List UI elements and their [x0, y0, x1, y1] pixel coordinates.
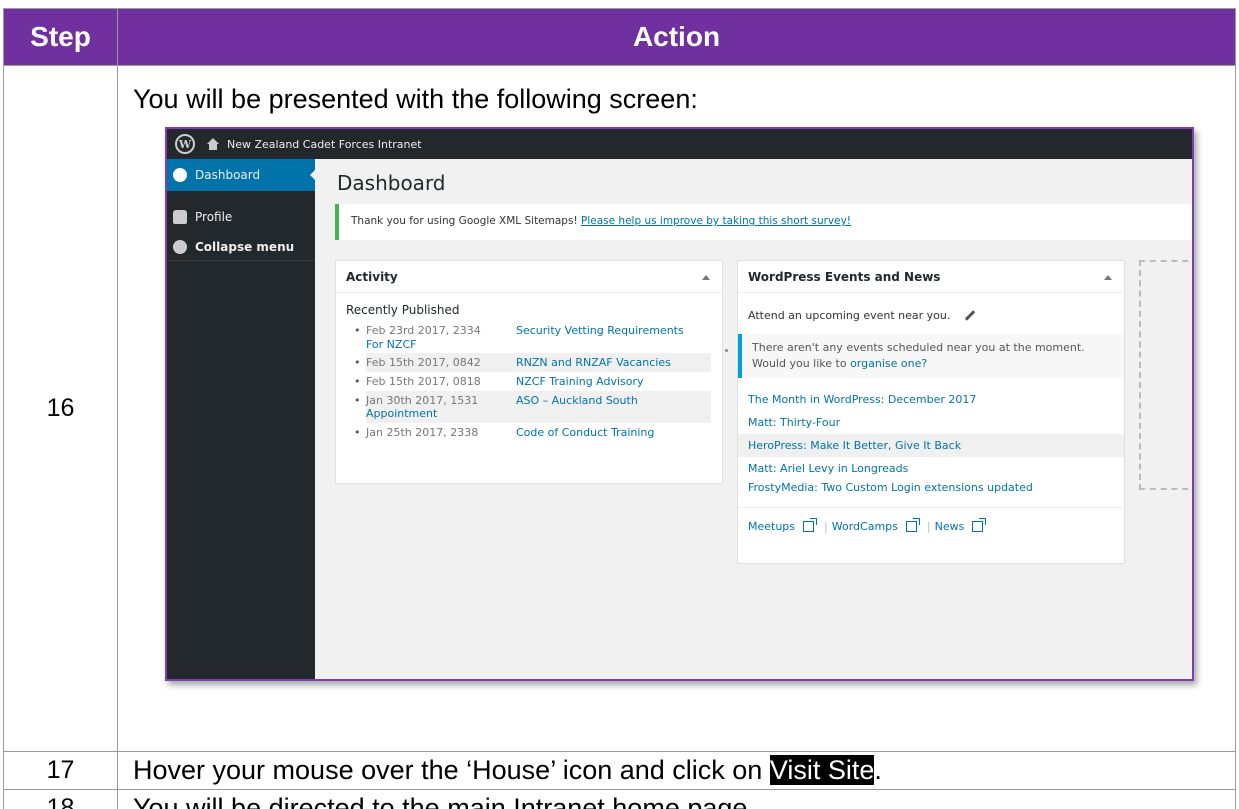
- wordpress-dashboard-screenshot: W New Zealand Cadet Forces Intranet Dash…: [165, 127, 1194, 681]
- visit-site-highlight: Visit Site: [769, 755, 875, 785]
- list-item: Feb 15th 2017, 0842 RNZN and RNZAF Vacan…: [354, 353, 711, 372]
- organise-link[interactable]: organise one?: [850, 357, 927, 370]
- news-footer-link[interactable]: News: [935, 520, 965, 533]
- news-link[interactable]: Matt: Thirty-Four: [738, 411, 1124, 434]
- list-item: Feb 15th 2017, 0818 NZCF Training Adviso…: [354, 372, 711, 391]
- collapse-icon: [173, 239, 187, 254]
- action-text: You will be directed to the main Intrane…: [117, 789, 1236, 809]
- site-name-link[interactable]: New Zealand Cadet Forces Intranet: [227, 138, 422, 151]
- attend-event-row: Attend an upcoming event near you.: [738, 293, 1124, 334]
- sidebar-item-label: Collapse menu: [195, 239, 295, 254]
- post-link[interactable]: Code of Conduct Training: [516, 426, 654, 439]
- table-row: 17 Hover your mouse over the ‘House’ ico…: [3, 751, 1236, 790]
- sitemaps-notice: Thank you for using Google XML Sitemaps!…: [335, 204, 1192, 240]
- dashboard-icon: [173, 168, 187, 182]
- external-link-icon: [972, 517, 987, 532]
- post-date: Jan 25th 2017, 2338: [366, 426, 479, 439]
- recently-published-heading: Recently Published: [346, 303, 460, 317]
- toggle-arrow-icon[interactable]: [1104, 275, 1112, 280]
- action-text: You will be presented with the following…: [133, 84, 698, 114]
- events-header[interactable]: WordPress Events and News: [738, 261, 1124, 293]
- page-title: Dashboard: [337, 171, 446, 195]
- action-text: Hover your mouse over the ‘House’ icon a…: [133, 755, 770, 785]
- external-link-icon: [905, 517, 920, 532]
- footer-separator: |: [824, 519, 828, 533]
- post-link-wrap[interactable]: Appointment: [366, 407, 711, 420]
- sidebar-item-dashboard[interactable]: Dashboard: [167, 159, 316, 191]
- news-link[interactable]: FrostyMedia: Two Custom Login extensions…: [738, 480, 1124, 499]
- notice-text: Thank you for using Google XML Sitemaps!: [351, 215, 581, 227]
- wordpress-icon[interactable]: W: [175, 134, 195, 154]
- news-list: The Month in WordPress: December 2017 Ma…: [738, 388, 1124, 499]
- news-link[interactable]: Matt: Ariel Levy in Longreads: [738, 457, 1124, 480]
- post-link[interactable]: RNZN and RNZAF Vacancies: [516, 356, 671, 369]
- events-footer: Meetups | WordCamps | News: [738, 506, 1124, 533]
- header-action: Action: [117, 8, 1236, 66]
- post-date: Feb 23rd 2017, 2334: [366, 324, 481, 337]
- post-date: Feb 15th 2017, 0818: [366, 375, 481, 388]
- sidebar-item-label: Profile: [195, 210, 233, 224]
- footer-separator: |: [926, 519, 931, 533]
- meetups-link[interactable]: Meetups: [748, 520, 795, 533]
- drag-dot: [725, 349, 728, 352]
- step-number: 16: [3, 65, 118, 752]
- dashboard-content: Dashboard Thank you for using Google XML…: [315, 159, 1192, 679]
- sidebar-item-label: Dashboard: [195, 168, 261, 182]
- activity-header[interactable]: Activity: [336, 261, 722, 293]
- survey-link[interactable]: Please help us improve by taking this sh…: [581, 215, 851, 227]
- activity-list: Feb 23rd 2017, 2334 Security Vetting Req…: [354, 321, 722, 442]
- person-icon: [173, 210, 187, 224]
- post-date: Jan 30th 2017, 1531: [366, 394, 479, 407]
- pencil-icon[interactable]: [965, 310, 976, 321]
- activity-widget: Activity Recently Published Feb 23rd 201…: [335, 260, 723, 484]
- empty-widget-dropzone: [1139, 260, 1192, 490]
- step-number: 17: [3, 751, 118, 790]
- action-text-end: .: [874, 755, 882, 785]
- post-link[interactable]: NZCF Training Advisory: [516, 375, 644, 388]
- widget-title: WordPress Events and News: [748, 269, 941, 284]
- sidebar-item-collapse[interactable]: Collapse menu: [167, 233, 315, 261]
- post-link[interactable]: Security Vetting Requirements: [516, 324, 684, 337]
- post-link[interactable]: ASO – Auckland South: [516, 394, 638, 407]
- wordcamps-link[interactable]: WordCamps: [832, 520, 898, 533]
- events-notice: There aren't any events scheduled near y…: [738, 334, 1124, 378]
- widget-title: Activity: [346, 269, 398, 284]
- step-number: 18: [3, 789, 118, 809]
- sidebar-item-profile[interactable]: Profile: [167, 201, 315, 233]
- news-link[interactable]: HeroPress: Make It Better, Give It Back: [738, 433, 1124, 457]
- action-cell: Hover your mouse over the ‘House’ icon a…: [117, 751, 1236, 790]
- news-link[interactable]: The Month in WordPress: December 2017: [738, 388, 1124, 411]
- toggle-arrow-icon[interactable]: [702, 275, 710, 280]
- list-item: Jan 30th 2017, 1531 ASO – Auckland South…: [354, 391, 711, 423]
- admin-bar: W New Zealand Cadet Forces Intranet: [167, 129, 1192, 159]
- admin-sidebar: Dashboard Profile Collapse menu: [167, 159, 316, 679]
- attend-text: Attend an upcoming event near you.: [748, 309, 951, 322]
- list-item: Feb 23rd 2017, 2334 Security Vetting Req…: [354, 321, 711, 340]
- post-date: Feb 15th 2017, 0842: [366, 356, 481, 369]
- house-icon[interactable]: [207, 138, 219, 150]
- list-item: Jan 25th 2017, 2338 Code of Conduct Trai…: [354, 423, 711, 442]
- table-row: 18 You will be directed to the main Intr…: [3, 789, 1236, 809]
- header-step: Step: [3, 8, 118, 66]
- external-link-icon: [803, 517, 818, 532]
- events-news-widget: WordPress Events and News Attend an upco…: [737, 260, 1125, 564]
